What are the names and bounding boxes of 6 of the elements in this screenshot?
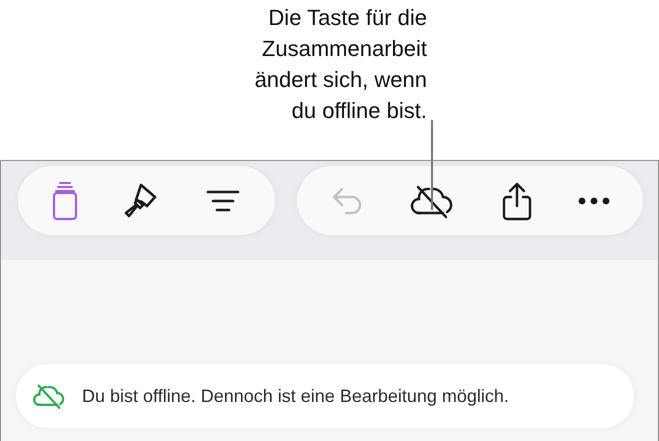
share-icon xyxy=(500,180,533,220)
align-lines-icon xyxy=(205,188,242,212)
more-icon xyxy=(578,196,610,204)
callout-text: Die Taste für die Zusammenarbeit ändert sich, wenn du offline bist. xyxy=(254,4,427,125)
pages-icon xyxy=(52,180,78,220)
offline-message: Du bist offline. Dennoch ist eine Bearbeitung möglich. xyxy=(82,386,509,406)
